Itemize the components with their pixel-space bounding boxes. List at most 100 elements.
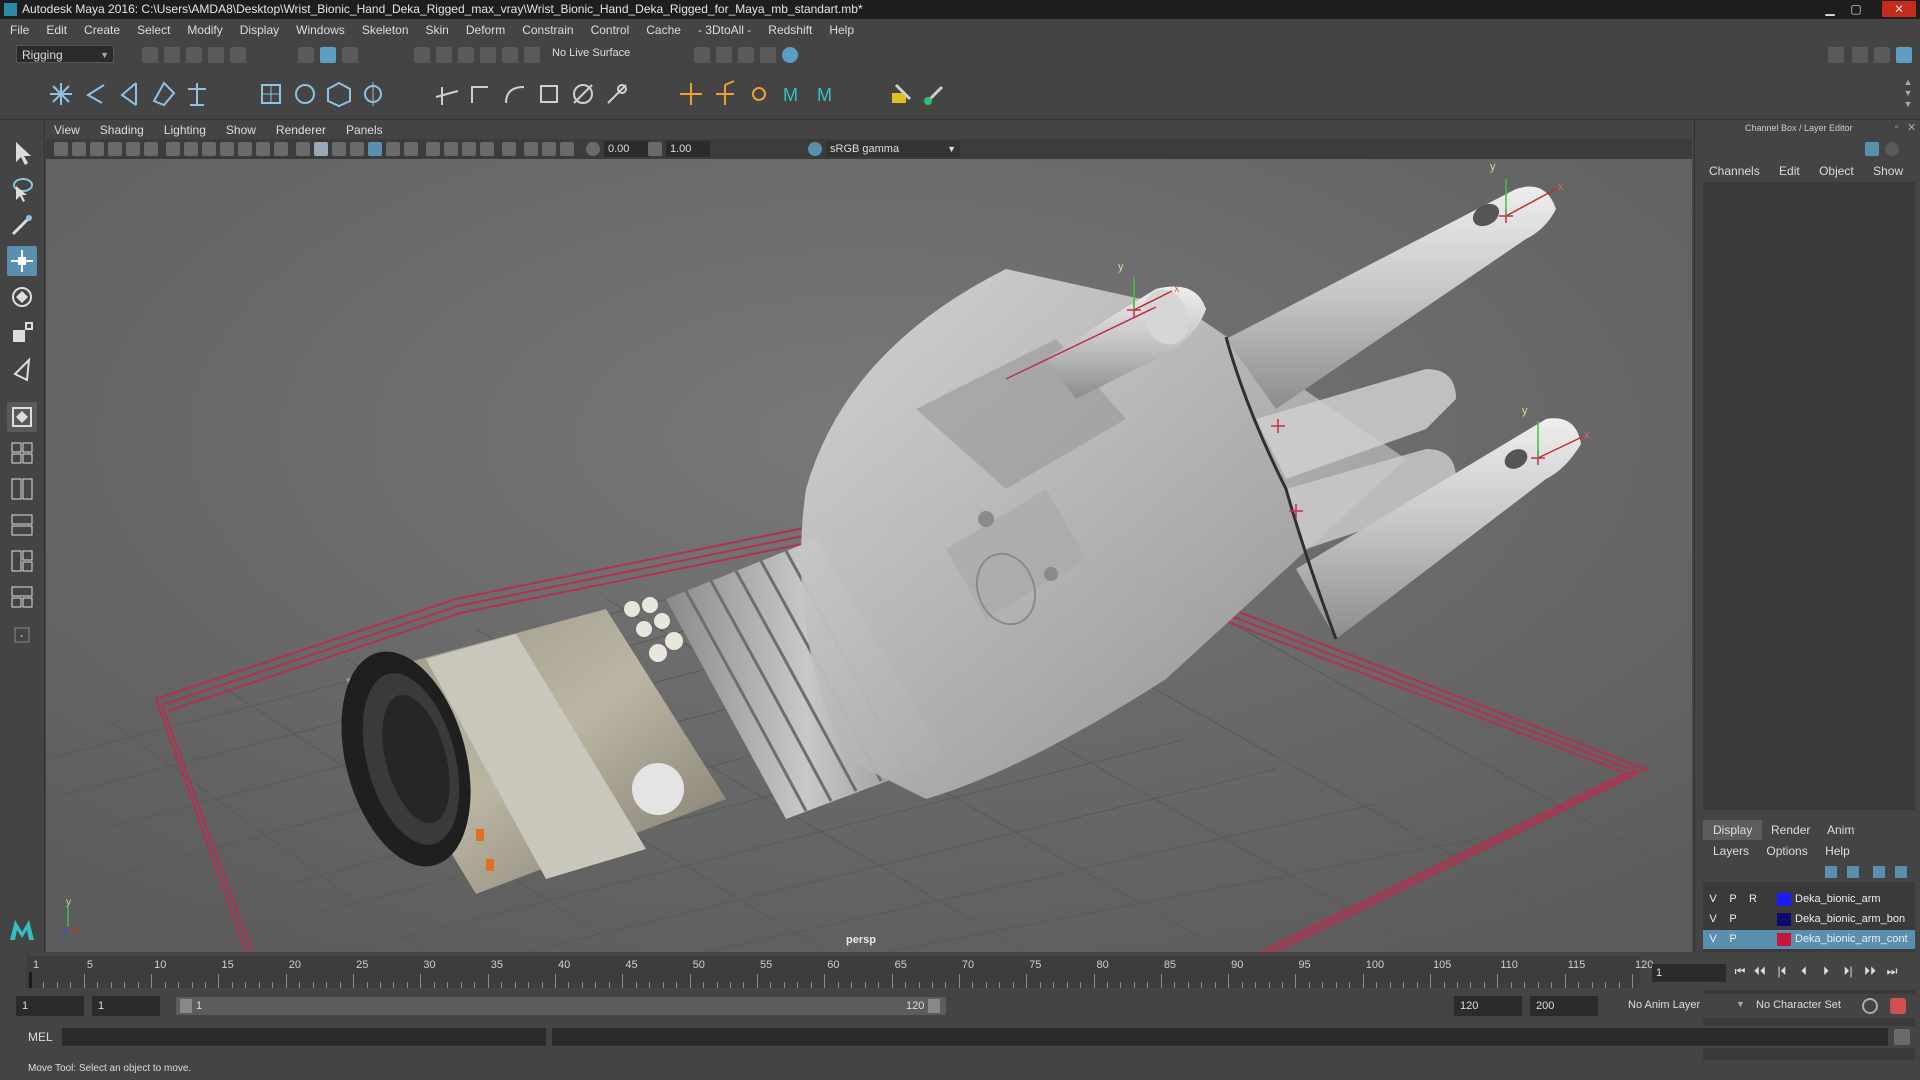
layer-name[interactable]: Deka_bionic_arm: [1795, 893, 1881, 905]
quick-layout-graph-icon[interactable]: [7, 546, 37, 576]
menu-file[interactable]: File: [10, 23, 29, 37]
viewport-menu-renderer[interactable]: Renderer: [276, 123, 326, 137]
character-definition-icon[interactable]: M: [812, 79, 842, 109]
step-back-frame-button[interactable]: |⏴: [1774, 964, 1790, 980]
cb-menu-show[interactable]: Show: [1873, 164, 1903, 178]
quick-layout-node-icon[interactable]: [7, 582, 37, 612]
render-settings-icon[interactable]: [738, 47, 754, 63]
layer-visibility-toggle[interactable]: V: [1705, 892, 1721, 907]
grease-pencil-icon[interactable]: [144, 142, 158, 156]
layer-reference-toggle[interactable]: [1745, 932, 1761, 947]
motion-blur-icon[interactable]: [444, 142, 458, 156]
layer-color-swatch[interactable]: [1777, 933, 1791, 946]
orient-constraint-icon[interactable]: [500, 79, 530, 109]
menu-edit[interactable]: Edit: [46, 23, 67, 37]
layer-menu-layers[interactable]: Layers: [1713, 844, 1749, 858]
quick-layout-outliner-icon[interactable]: [7, 510, 37, 540]
layout-more-icon[interactable]: -: [7, 620, 37, 650]
timeline-ruler[interactable]: 1 5 10 15 20 25 30 35 40 45 50 55 60 65 70 75 80 85 90 95 10…: [26, 956, 1653, 988]
select-tool-icon[interactable]: [7, 138, 37, 168]
skin-hammer-icon[interactable]: [886, 79, 916, 109]
range-start-handle[interactable]: [180, 999, 192, 1013]
modeling-toolkit-icon[interactable]: [1828, 47, 1844, 63]
textured-icon[interactable]: [350, 142, 364, 156]
scale-constraint-icon[interactable]: [534, 79, 564, 109]
tab-display[interactable]: Display: [1703, 820, 1763, 840]
render-frame-icon[interactable]: [694, 47, 710, 63]
close-button[interactable]: ✕: [1882, 1, 1916, 17]
panel-float-icon[interactable]: ▫: [1895, 122, 1899, 133]
move-layer-down-icon[interactable]: [1847, 866, 1859, 878]
hypershade-icon[interactable]: [760, 47, 776, 63]
menu-modify[interactable]: Modify: [187, 23, 222, 37]
xray-joints-icon[interactable]: [524, 142, 538, 156]
last-tool-icon[interactable]: [7, 354, 37, 384]
exposure-icon[interactable]: [586, 142, 600, 156]
wireframe-on-shaded-icon[interactable]: [332, 142, 346, 156]
panel-close-icon[interactable]: ✕: [1907, 121, 1916, 134]
menu-cache[interactable]: Cache: [646, 23, 681, 37]
xray-active-components-icon[interactable]: [542, 142, 556, 156]
paint-weights-icon[interactable]: [290, 79, 320, 109]
layer-menu-options[interactable]: Options: [1766, 844, 1807, 858]
render-view-icon[interactable]: [782, 47, 798, 63]
cluster-icon[interactable]: [358, 79, 388, 109]
layer-row[interactable]: V P Deka_bionic_arm_bon: [1703, 910, 1915, 929]
animation-preferences-icon[interactable]: [1890, 998, 1906, 1014]
2d-pan-zoom-icon[interactable]: [126, 142, 140, 156]
snap-curve-icon[interactable]: [436, 47, 452, 63]
hud-icon[interactable]: [560, 142, 574, 156]
layer-playback-toggle[interactable]: P: [1725, 912, 1741, 927]
current-time-indicator[interactable]: [29, 972, 32, 988]
script-editor-icon[interactable]: [1894, 1029, 1910, 1045]
layer-playback-toggle[interactable]: P: [1725, 892, 1741, 907]
menu-deform[interactable]: Deform: [466, 23, 505, 37]
pole-vector-icon[interactable]: [602, 79, 632, 109]
animation-start-field[interactable]: 1: [16, 996, 84, 1016]
tab-anim[interactable]: Anim: [1817, 820, 1864, 840]
snap-point-icon[interactable]: [458, 47, 474, 63]
layer-visibility-toggle[interactable]: V: [1705, 912, 1721, 927]
lasso-tool-icon[interactable]: [7, 174, 37, 204]
open-scene-icon[interactable]: [164, 47, 180, 63]
undo-icon[interactable]: [208, 47, 224, 63]
menu-set-dropdown[interactable]: Rigging ▼: [16, 45, 114, 63]
range-slider-bar[interactable]: 1 120: [176, 997, 946, 1015]
move-layer-up-icon[interactable]: [1825, 866, 1837, 878]
bookmark-icon[interactable]: [90, 142, 104, 156]
layer-row[interactable]: V P R Deka_bionic_arm: [1703, 890, 1915, 909]
isolate-select-icon[interactable]: [502, 142, 516, 156]
parent-constraint-icon[interactable]: [568, 79, 598, 109]
new-layer-from-selection-icon[interactable]: [1895, 866, 1907, 878]
menu-help[interactable]: Help: [829, 23, 854, 37]
live-surface-label[interactable]: No Live Surface: [552, 47, 630, 59]
viewport-menu-view[interactable]: View: [54, 123, 80, 137]
gamma-field[interactable]: 1.00: [666, 141, 710, 157]
step-forward-key-button[interactable]: ⏵⏵: [1862, 964, 1878, 980]
anim-layer-dropdown[interactable]: No Anim Layer: [1628, 999, 1700, 1011]
auto-key-icon[interactable]: [1862, 998, 1878, 1014]
quick-layout-single-icon[interactable]: [7, 402, 37, 432]
smooth-shade-icon[interactable]: [314, 142, 328, 156]
maximize-button[interactable]: ▢: [1844, 1, 1868, 17]
use-all-lights-icon[interactable]: [386, 142, 400, 156]
paint-skin-icon[interactable]: [920, 79, 950, 109]
snap-view-icon[interactable]: [480, 47, 496, 63]
viewport-menu-panels[interactable]: Panels: [346, 123, 383, 137]
redo-icon[interactable]: [230, 47, 246, 63]
step-forward-frame-button[interactable]: ⏵|: [1840, 964, 1856, 980]
minimize-button[interactable]: ▁: [1818, 1, 1842, 17]
menu-skin[interactable]: Skin: [426, 23, 449, 37]
tab-render[interactable]: Render: [1761, 820, 1820, 840]
attribute-toggle-icon[interactable]: [1885, 142, 1899, 156]
shelf-scroll-arrows-icon[interactable]: ▲ ▼ ▼: [1902, 77, 1914, 111]
mirror-joint-icon[interactable]: [182, 79, 212, 109]
create-joint-icon[interactable]: [46, 79, 76, 109]
tool-settings-icon[interactable]: [1874, 47, 1890, 63]
menu-control[interactable]: Control: [591, 23, 630, 37]
quick-layout-two-icon[interactable]: [7, 474, 37, 504]
layer-visibility-toggle[interactable]: V: [1705, 932, 1721, 947]
camera-attributes-icon[interactable]: [72, 142, 86, 156]
layer-reference-toggle[interactable]: [1745, 912, 1761, 927]
ambient-occlusion-icon[interactable]: [426, 142, 440, 156]
